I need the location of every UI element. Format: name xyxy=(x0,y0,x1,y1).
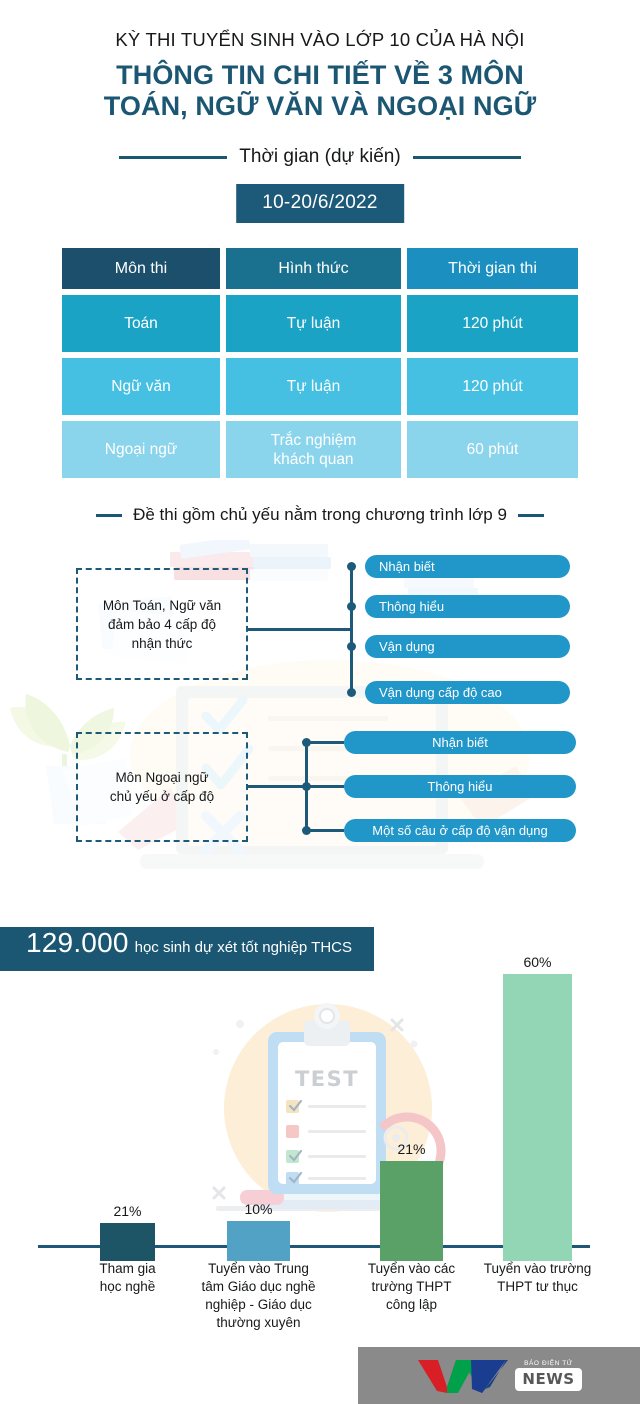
chart-category-label-3: Tuyển vào trường THPT tư thục xyxy=(483,1261,592,1294)
svg-text:TEST: TEST xyxy=(295,1067,359,1091)
diagram-section-header: Đề thi gồm chủ yếu nằm trong chương trìn… xyxy=(0,505,640,525)
divider-rule-right xyxy=(412,155,521,159)
news-text: NEWS xyxy=(522,1370,575,1388)
time-divider: Thời gian (dự kiến) xyxy=(0,146,640,168)
page-title-line-1: THÔNG TIN CHI TIẾT VỀ 3 MÔN xyxy=(116,60,524,90)
admission-bar-chart: TEST 21% 10% 21% 60% Tham gia học nghề T… xyxy=(0,940,640,1360)
pill-group2-item-2: Thông hiểu xyxy=(344,775,576,798)
pill-group1-item-1: Nhận biết xyxy=(365,555,570,578)
divider-rule-left xyxy=(119,155,228,159)
table-header-subject: Môn thi xyxy=(62,248,220,289)
pill-group1-item-4: Vận dụng cấp độ cao xyxy=(365,681,570,704)
news-lockup: BÁO ĐIỆN TỬ NEWS xyxy=(515,1360,582,1391)
diagram-node xyxy=(347,602,356,611)
news-badge: NEWS xyxy=(515,1368,582,1391)
bar-value-label: 21% xyxy=(113,1203,142,1219)
group-2-label-box: Môn Ngoại ngữ chủ yếu ở cấp độ xyxy=(76,732,248,842)
bar-value-label: 60% xyxy=(523,954,552,970)
table-cell-subject: Ngoại ngữ xyxy=(62,421,220,478)
table-cell-subject: Ngữ văn xyxy=(62,358,220,415)
date-badge: 10-20/6/2022 xyxy=(236,184,404,223)
vtv-news-logo: BÁO ĐIỆN TỬ NEWS xyxy=(416,1357,582,1395)
pill-label: Nhận biết xyxy=(379,559,435,574)
diagram-foreground: Môn Toán, Ngữ văn đảm bảo 4 cấp độ nhận th… xyxy=(0,540,640,870)
table-row: Ngữ văn Tự luận 120 phút xyxy=(62,358,578,415)
table-cell-format: Trắc nghiệm khách quan xyxy=(226,421,401,478)
diagram-branch-group2-2 xyxy=(306,785,344,788)
bar-value-label: 10% xyxy=(244,1201,273,1217)
pill-group2-item-1: Nhận biết xyxy=(344,731,576,754)
diagram-stem-group1 xyxy=(248,628,352,631)
page-title-line-2: TOÁN, NGỮ VĂN VÀ NGOẠI NGỮ xyxy=(103,91,537,121)
pill-label: Thông hiểu xyxy=(379,599,445,614)
infographic-page: KỲ THI TUYỂN SINH VÀO LỚP 10 CỦA HÀ NỘI … xyxy=(0,0,640,1404)
chart-bar-3: 60% xyxy=(503,954,572,1261)
pill-label: Vận dụng cấp độ cao xyxy=(379,685,502,700)
diagram-rule-left xyxy=(96,513,123,517)
table-cell-subject: Toán xyxy=(62,295,220,352)
pill-label: Một số câu ở cấp độ vận dụng xyxy=(372,823,548,838)
table-cell-format: Tự luận xyxy=(226,295,401,352)
chart-bar-2: 21% xyxy=(380,1141,443,1261)
chart-bar-1: 10% xyxy=(227,1201,290,1261)
diagram-stem-group2 xyxy=(248,785,308,788)
table-row: Ngoại ngữ Trắc nghiệm khách quan 60 phút xyxy=(62,421,578,478)
pill-label: Vận dụng xyxy=(379,639,435,654)
cognition-diagram: Môn Toán, Ngữ văn đảm bảo 4 cấp độ nhận th… xyxy=(0,540,640,870)
pill-group2-item-3: Một số câu ở cấp độ vận dụng xyxy=(344,819,576,842)
tagline-text: BÁO ĐIỆN TỬ xyxy=(524,1360,573,1367)
table-header-row: Môn thi Hình thức Thời gian thi xyxy=(62,248,578,289)
pill-label: Thông hiểu xyxy=(427,779,493,794)
diagram-node xyxy=(347,562,356,571)
pill-group1-item-3: Vận dụng xyxy=(365,635,570,658)
diagram-node xyxy=(302,738,311,747)
table-header-duration: Thời gian thi xyxy=(407,248,578,289)
page-title: THÔNG TIN CHI TIẾT VỀ 3 MÔN TOÁN, NGỮ VĂ… xyxy=(0,60,640,122)
chart-category-label-1: Tuyển vào Trung tâm Giáo dục nghề nghiệp -… xyxy=(201,1261,316,1330)
group-1-label-text: Môn Toán, Ngữ văn đảm bảo 4 cấp độ nhận th… xyxy=(102,597,222,651)
divider-label: Thời gian (dự kiến) xyxy=(239,146,401,167)
bar-value-label: 21% xyxy=(397,1141,426,1157)
table-cell-duration: 120 phút xyxy=(407,358,578,415)
group-1-label-box: Môn Toán, Ngữ văn đảm bảo 4 cấp độ nhận th… xyxy=(76,568,248,680)
chart-category-label-2: Tuyển vào các trường THPT công lập xyxy=(367,1261,456,1312)
diagram-branch-group2-1 xyxy=(306,741,344,744)
diagram-node xyxy=(302,826,311,835)
group-2-label-text: Môn Ngoại ngữ chủ yếu ở cấp độ xyxy=(109,770,215,804)
table-header-format: Hình thức xyxy=(226,248,401,289)
table-cell-duration: 60 phút xyxy=(407,421,578,478)
table-row: Toán Tự luận 120 phút xyxy=(62,295,578,352)
diagram-node xyxy=(347,642,356,651)
diagram-node xyxy=(347,688,356,697)
exam-table: Môn thi Hình thức Thời gian thi Toán Tự … xyxy=(62,248,578,478)
diagram-rule-right xyxy=(517,513,544,517)
pill-label: Nhận biết xyxy=(432,735,488,750)
vtv-wordmark-icon xyxy=(416,1357,509,1395)
table-cell-duration: 120 phút xyxy=(407,295,578,352)
table-cell-format: Tự luận xyxy=(226,358,401,415)
pill-group1-item-2: Thông hiểu xyxy=(365,595,570,618)
diagram-node xyxy=(302,782,311,791)
footer-logo-bar: BÁO ĐIỆN TỬ NEWS xyxy=(358,1347,640,1404)
page-eyebrow: KỲ THI TUYỂN SINH VÀO LỚP 10 CỦA HÀ NỘI xyxy=(115,29,525,50)
diagram-section-title: Đề thi gồm chủ yếu nằm trong chương trìn… xyxy=(133,505,507,524)
chart-category-label-0: Tham gia học nghề xyxy=(99,1261,156,1294)
diagram-branch-group2-3 xyxy=(306,829,344,832)
chart-bar-0: 21% xyxy=(100,1203,155,1261)
